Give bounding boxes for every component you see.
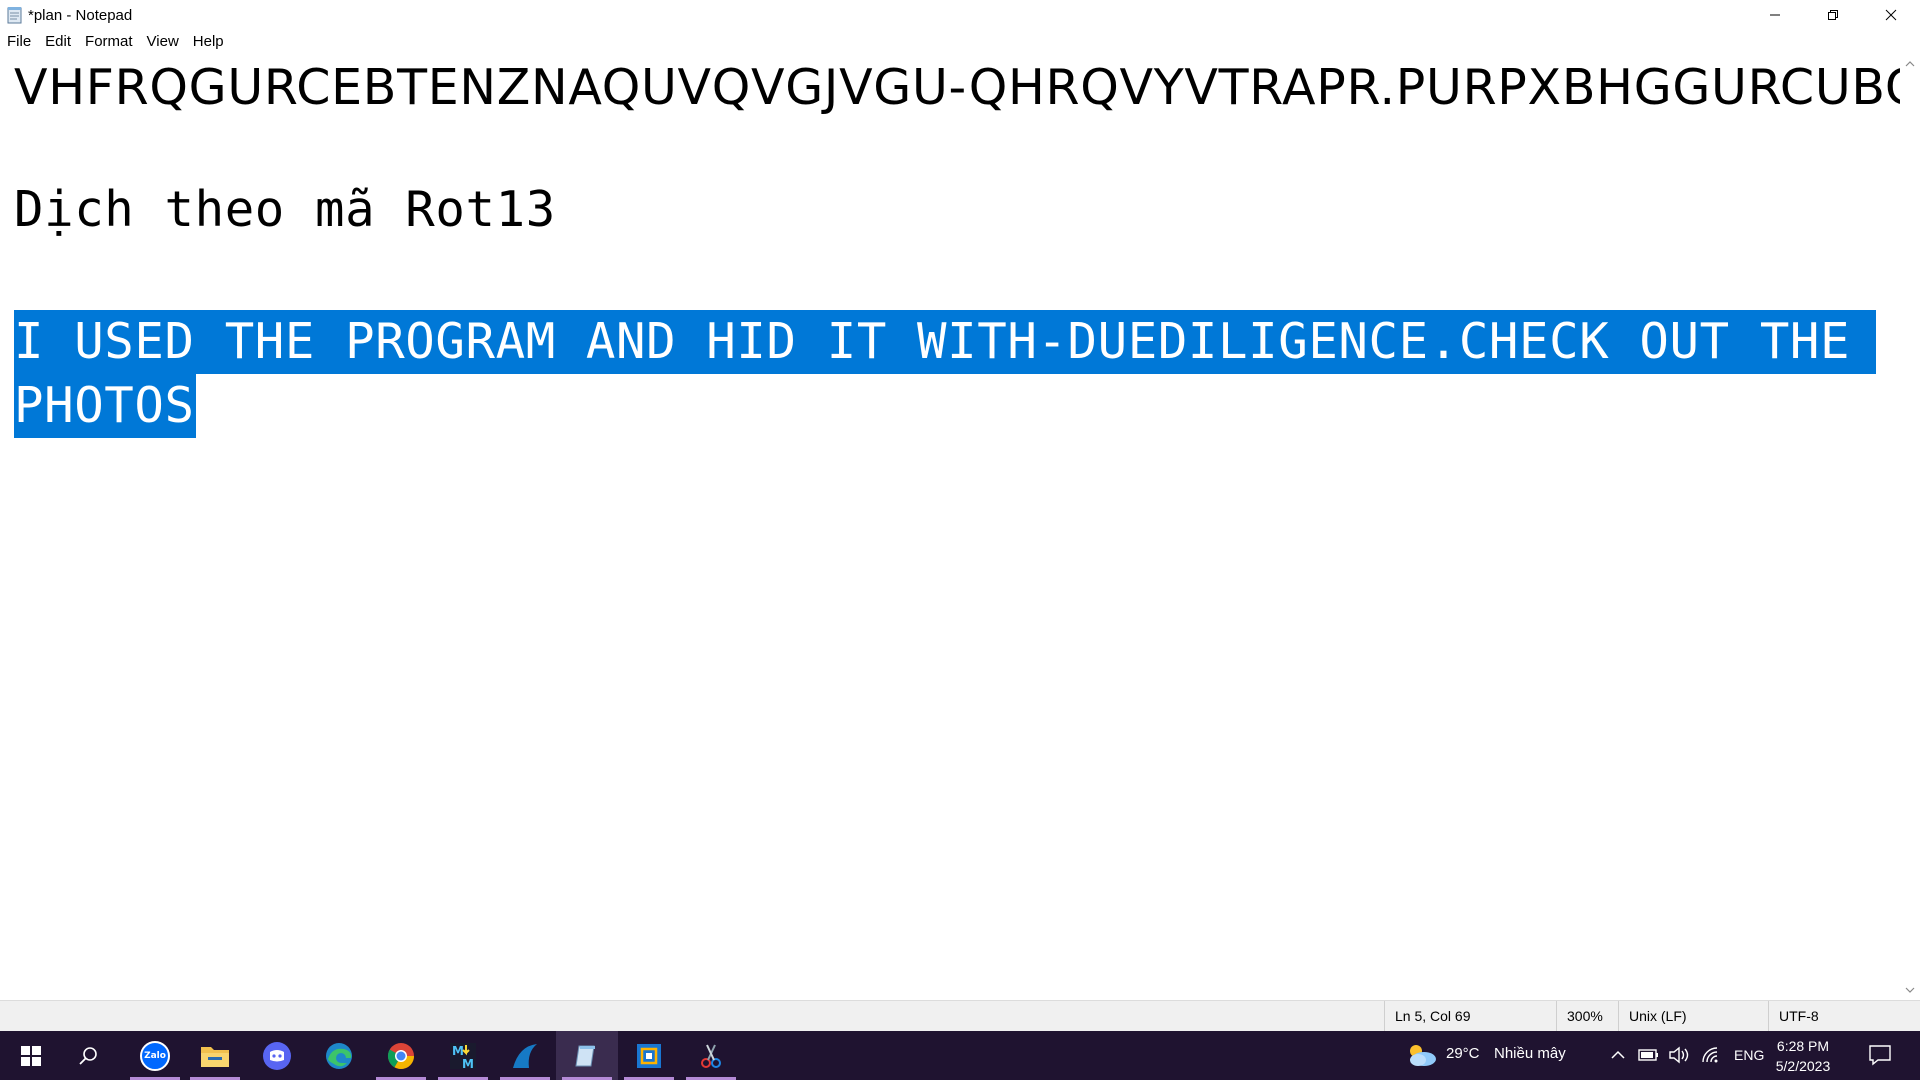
selected-text-line-2: PHOTOS bbox=[14, 377, 195, 434]
notepad-icon bbox=[7, 7, 22, 24]
taskbar: Zalo M M 29°C Nhiều mây ENG 6:28 PM 5/2/… bbox=[0, 1031, 1920, 1080]
menu-view[interactable]: View bbox=[140, 30, 186, 54]
taskbar-mm-app[interactable]: M M bbox=[432, 1031, 494, 1080]
taskbar-clock[interactable]: 6:28 PM 5/2/2023 bbox=[1768, 1036, 1838, 1076]
menu-bar: File Edit Format View Help bbox=[0, 30, 1920, 54]
taskbar-file-explorer[interactable] bbox=[184, 1031, 246, 1080]
status-encoding: UTF-8 bbox=[1768, 1001, 1919, 1031]
chevron-up-icon[interactable] bbox=[1610, 1048, 1626, 1062]
edge-icon bbox=[326, 1042, 352, 1069]
notepad-window: *plan - Notepad File Edit Format View He… bbox=[0, 0, 1920, 1080]
restore-icon bbox=[1828, 10, 1838, 20]
svg-text:M: M bbox=[462, 1057, 474, 1071]
editor-line-cipher: VHFRQGURCEBTENZNAQUVQVGJVGU-QHRQVYVTRAPR… bbox=[14, 59, 1900, 116]
minimize-icon bbox=[1770, 14, 1780, 16]
window-title: *plan - Notepad bbox=[28, 6, 133, 24]
status-line-ending: Unix (LF) bbox=[1618, 1001, 1779, 1031]
notification-icon[interactable] bbox=[1868, 1044, 1892, 1066]
start-button[interactable] bbox=[0, 1031, 62, 1080]
taskbar-wireshark[interactable] bbox=[494, 1031, 556, 1080]
taskbar-edge[interactable] bbox=[308, 1031, 370, 1080]
taskbar-chrome[interactable] bbox=[370, 1031, 432, 1080]
window-controls bbox=[1746, 0, 1920, 30]
discord-icon bbox=[263, 1041, 291, 1070]
selected-text-line-1: I USED THE PROGRAM AND HID IT WITH-DUEDI… bbox=[14, 313, 1851, 370]
virtualbox-icon bbox=[637, 1043, 661, 1068]
vertical-scrollbar[interactable] bbox=[1900, 54, 1920, 1000]
weather-temp[interactable]: 29°C bbox=[1446, 1045, 1480, 1062]
close-button[interactable] bbox=[1862, 0, 1920, 30]
text-editor[interactable]: VHFRQGURCEBTENZNAQUVQVGJVGU-QHRQVYVTRAPR… bbox=[0, 54, 1900, 1000]
status-position: Ln 5, Col 69 bbox=[1384, 1001, 1565, 1031]
search-icon bbox=[79, 1046, 97, 1065]
wifi-icon[interactable] bbox=[1700, 1046, 1722, 1064]
language-indicator[interactable]: ENG bbox=[1734, 1047, 1764, 1063]
close-icon bbox=[1885, 9, 1897, 21]
weather-icon[interactable] bbox=[1404, 1041, 1438, 1069]
menu-file[interactable]: File bbox=[0, 30, 38, 54]
chrome-icon bbox=[387, 1042, 415, 1069]
menu-format[interactable]: Format bbox=[78, 30, 140, 54]
notepad-icon bbox=[575, 1045, 595, 1066]
weather-desc[interactable]: Nhiều mây bbox=[1494, 1045, 1566, 1062]
scroll-up-icon[interactable] bbox=[1904, 58, 1916, 70]
zalo-label: Zalo bbox=[144, 1050, 166, 1061]
mm-app-icon: M M bbox=[450, 1042, 476, 1071]
taskbar-virtualbox[interactable] bbox=[618, 1031, 680, 1080]
menu-help[interactable]: Help bbox=[186, 30, 231, 54]
scroll-down-icon[interactable] bbox=[1904, 984, 1916, 996]
taskbar-notepad[interactable] bbox=[556, 1031, 618, 1080]
taskbar-discord[interactable] bbox=[246, 1031, 308, 1080]
status-zoom: 300% bbox=[1556, 1001, 1627, 1031]
clock-date: 5/2/2023 bbox=[1775, 1058, 1831, 1074]
minimize-button[interactable] bbox=[1746, 0, 1804, 30]
wireshark-icon bbox=[513, 1043, 537, 1068]
taskbar-zalo[interactable]: Zalo bbox=[124, 1031, 186, 1080]
file-explorer-icon bbox=[201, 1046, 229, 1067]
taskbar-snipping-tool[interactable] bbox=[680, 1031, 742, 1080]
menu-edit[interactable]: Edit bbox=[38, 30, 78, 54]
volume-icon[interactable] bbox=[1668, 1046, 1690, 1064]
restore-button[interactable] bbox=[1804, 0, 1862, 30]
search-button[interactable] bbox=[58, 1031, 120, 1080]
zalo-icon: Zalo bbox=[140, 1040, 170, 1071]
clock-time: 6:28 PM bbox=[1776, 1038, 1830, 1054]
battery-icon[interactable] bbox=[1638, 1047, 1660, 1063]
snipping-tool-icon bbox=[701, 1044, 721, 1068]
editor-line-note: Dịch theo mã Rot13 bbox=[14, 181, 556, 238]
title-bar[interactable]: *plan - Notepad bbox=[0, 0, 1920, 30]
svg-text:M: M bbox=[452, 1044, 464, 1058]
start-icon bbox=[21, 1045, 41, 1066]
status-bar: Ln 5, Col 69 300% Unix (LF) UTF-8 bbox=[0, 1000, 1920, 1031]
